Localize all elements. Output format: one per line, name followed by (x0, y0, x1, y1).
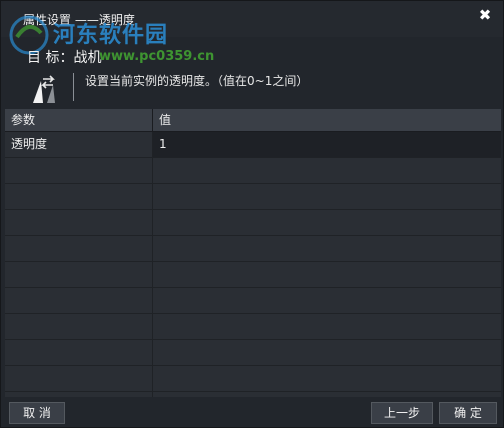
param-cell (5, 210, 153, 235)
value-cell[interactable] (153, 158, 501, 183)
value-cell[interactable] (153, 210, 501, 235)
swap-arrows-icon (33, 75, 55, 103)
value-cell[interactable] (153, 184, 501, 209)
param-cell (5, 314, 153, 339)
value-cell[interactable] (153, 236, 501, 261)
param-cell (5, 262, 153, 287)
ok-button[interactable]: 确 定 (439, 402, 497, 424)
description-separator (73, 73, 74, 101)
property-settings-dialog: 属性设置 ——透明度 ✖ 河东软件园 www.pc0359.cn 目 标：战机 … (0, 0, 504, 428)
param-cell (5, 340, 153, 365)
value-cell[interactable] (153, 262, 501, 287)
description-row: 设置当前实例的透明度。（值在0~1之间） (1, 67, 503, 105)
value-cell[interactable]: 1 (153, 132, 501, 157)
title-bar: 属性设置 ——透明度 ✖ (1, 1, 503, 37)
value-cell[interactable] (153, 340, 501, 365)
target-label: 目 标：战机 (27, 50, 102, 66)
window-title: 属性设置 ——透明度 (23, 13, 135, 27)
cancel-button[interactable]: 取 消 (9, 402, 65, 424)
table-row[interactable] (5, 288, 501, 314)
param-cell (5, 158, 153, 183)
previous-step-button[interactable]: 上一步 (371, 402, 433, 424)
value-cell[interactable] (153, 392, 501, 397)
table-row[interactable]: 透明度 1 (5, 132, 501, 158)
description-text: 设置当前实例的透明度。（值在0~1之间） (85, 74, 309, 88)
table-row[interactable] (5, 340, 501, 366)
table-row[interactable] (5, 236, 501, 262)
table-row[interactable] (5, 262, 501, 288)
table-row[interactable] (5, 158, 501, 184)
table-row[interactable] (5, 210, 501, 236)
column-header-value: 值 (159, 113, 172, 127)
table-row[interactable] (5, 184, 501, 210)
table-row[interactable] (5, 366, 501, 392)
table-row[interactable] (5, 392, 501, 397)
param-cell (5, 288, 153, 313)
watermark-url: www.pc0359.cn (99, 49, 215, 64)
table-body: 透明度 1 (5, 132, 501, 397)
param-cell (5, 236, 153, 261)
table-row[interactable] (5, 314, 501, 340)
param-cell (5, 392, 153, 397)
param-cell (5, 366, 153, 391)
close-icon[interactable]: ✖ (475, 5, 495, 25)
column-header-param: 参数 (5, 109, 153, 131)
table-header: 参数 值 (5, 109, 501, 132)
param-cell: 透明度 (5, 132, 153, 157)
value-cell[interactable] (153, 366, 501, 391)
value-cell[interactable] (153, 288, 501, 313)
value-cell[interactable] (153, 314, 501, 339)
parameter-table: 参数 值 透明度 1 (5, 109, 501, 397)
param-cell (5, 184, 153, 209)
